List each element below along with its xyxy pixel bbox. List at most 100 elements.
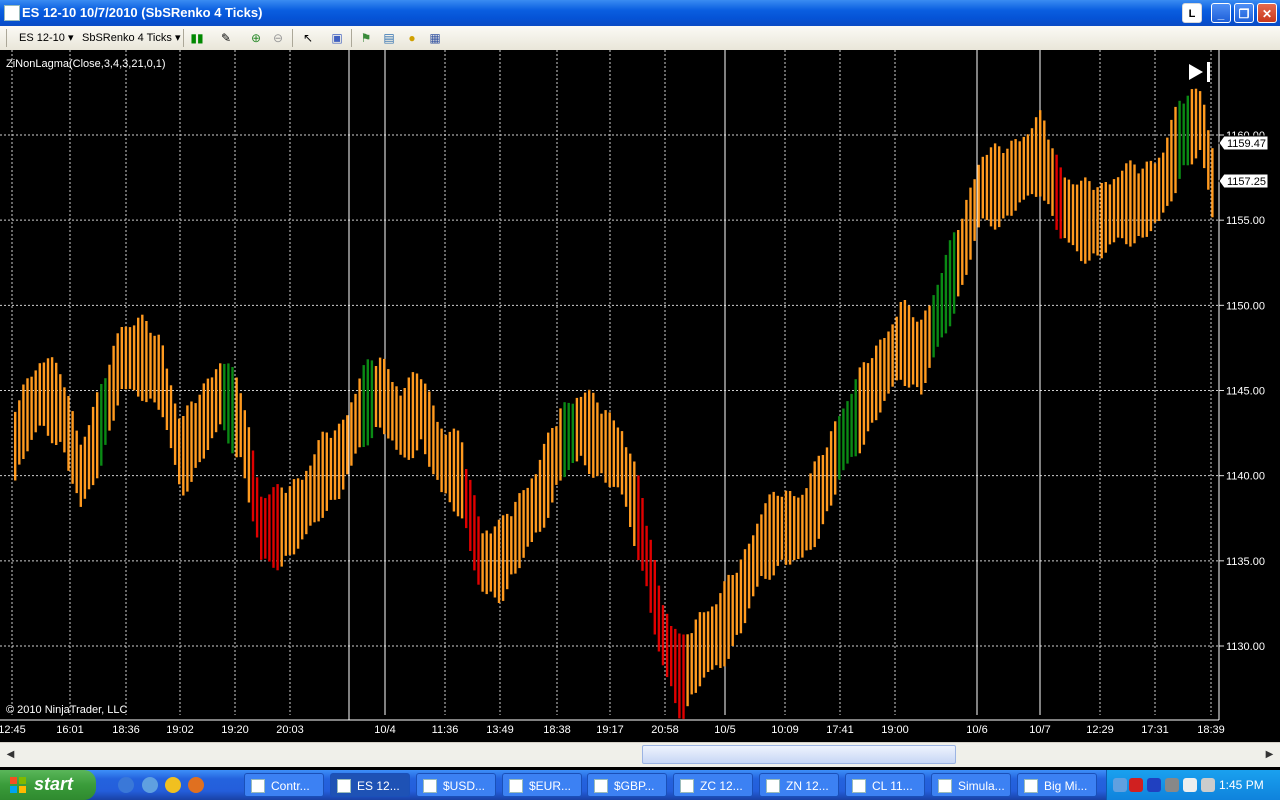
renko-bar	[346, 415, 349, 475]
horizontal-scrollbar[interactable]: ◀ ▶	[0, 742, 1280, 767]
maximize-button[interactable]: ❐	[1234, 3, 1254, 23]
renko-bar	[518, 493, 521, 569]
firefox-icon[interactable]	[188, 777, 204, 793]
renko-bar	[1096, 187, 1099, 256]
taskbar-item[interactable]: ZN 12...	[759, 773, 839, 797]
renko-bar	[829, 431, 833, 506]
renko-bar	[542, 443, 546, 528]
renko-bar	[624, 447, 628, 507]
renko-bar	[231, 367, 234, 454]
renko-bar	[165, 368, 169, 430]
taskbar-item[interactable]: CL 11...	[845, 773, 925, 797]
renko-bar	[239, 393, 242, 458]
taskbar-item[interactable]: ZC 12...	[673, 773, 753, 797]
renko-bar	[690, 633, 693, 695]
properties-icon[interactable]: ▣	[329, 30, 345, 46]
renko-bar	[415, 373, 419, 451]
chevron-left-icon[interactable]	[1113, 778, 1127, 792]
scroll-left-arrow[interactable]: ◀	[2, 746, 19, 763]
renko-bar	[1002, 153, 1005, 219]
network-icon[interactable]	[1165, 778, 1179, 792]
price-chart[interactable]: 1160.001155.001150.001145.001140.001135.…	[0, 50, 1280, 742]
renko-bar	[731, 575, 734, 646]
renko-bar	[944, 254, 948, 334]
time-label: 13:49	[486, 724, 514, 736]
renko-bar	[399, 395, 402, 455]
renko-bar	[764, 503, 767, 579]
bluetooth-icon[interactable]	[1147, 778, 1161, 792]
window-icon	[594, 779, 608, 793]
scroll-right-arrow[interactable]: ▶	[1261, 746, 1278, 763]
renko-bar	[387, 369, 390, 439]
renko-bar	[686, 634, 689, 707]
media-player-icon[interactable]	[165, 777, 181, 793]
renko-bar	[419, 379, 423, 440]
renko-bar	[1063, 177, 1066, 239]
renko-bar	[596, 402, 599, 477]
taskbar-item[interactable]: Big Mi...	[1017, 773, 1097, 797]
data-box-icon[interactable]: ▦	[427, 30, 443, 46]
taskbar-item-label: ZC 12...	[700, 779, 743, 793]
taskbar-item[interactable]: $USD...	[416, 773, 496, 797]
taskbar-item[interactable]: Contr...	[244, 773, 324, 797]
time-label: 17:41	[826, 724, 854, 736]
outlook-icon[interactable]	[142, 777, 158, 793]
kaspersky-icon[interactable]	[1129, 778, 1143, 792]
renko-bar	[501, 515, 505, 601]
strategy-icon[interactable]: ⚑	[358, 30, 374, 46]
renko-bar	[67, 396, 70, 471]
renko-bar	[292, 479, 296, 555]
play-icon[interactable]	[1189, 64, 1203, 80]
scroll-thumb[interactable]	[642, 745, 956, 764]
renko-bar	[87, 425, 91, 490]
renko-bar	[460, 442, 464, 519]
separator	[292, 29, 293, 47]
taskbar-item[interactable]: $GBP...	[587, 773, 667, 797]
pen-tool-icon[interactable]: ✎	[218, 30, 234, 46]
time-label: 19:02	[166, 724, 194, 736]
monitor-icon[interactable]	[1201, 778, 1215, 792]
renko-bar	[588, 389, 591, 474]
close-button[interactable]: ✕	[1257, 3, 1277, 23]
instrument-dropdown[interactable]: ES 12-10 ▾	[19, 31, 73, 44]
renko-bar	[1198, 91, 1202, 150]
renko-bar	[391, 382, 394, 441]
time-label: 17:31	[1141, 724, 1169, 736]
taskbar-item[interactable]: $EUR...	[502, 773, 582, 797]
renko-bar	[436, 421, 439, 480]
chart-style-icon[interactable]: ▮▮	[189, 30, 205, 46]
coin-icon[interactable]: ●	[404, 30, 420, 46]
renko-bar	[493, 526, 497, 598]
start-button[interactable]: start	[0, 770, 96, 800]
renko-bar	[120, 327, 123, 389]
renko-bar	[981, 156, 984, 219]
taskbar-item[interactable]: Simula...	[931, 773, 1011, 797]
renko-bar	[932, 295, 935, 358]
zoom-in-icon[interactable]: ⊕	[248, 30, 264, 46]
renko-bar	[1137, 173, 1140, 236]
indicators-icon[interactable]: ▤	[381, 30, 397, 46]
bar-type-dropdown[interactable]: SbSRenko 4 Ticks ▾	[82, 31, 180, 44]
renko-bar	[506, 513, 509, 590]
renko-bar	[969, 187, 972, 260]
time-label: 18:38	[543, 724, 571, 736]
ie-icon[interactable]	[118, 777, 134, 793]
renko-bar	[866, 363, 870, 432]
renko-bar	[444, 434, 447, 494]
taskbar-item-label: ES 12...	[357, 779, 400, 793]
taskbar-item[interactable]: ES 12...	[330, 773, 410, 797]
renko-bar	[715, 604, 718, 666]
renko-bar	[104, 378, 107, 445]
renko-bar	[653, 560, 656, 635]
renko-bar	[1075, 184, 1079, 252]
zoom-out-icon[interactable]: ⊖	[270, 30, 286, 46]
time-label: 12:45	[0, 724, 26, 736]
renko-bar	[1030, 128, 1034, 195]
time-label: 10/7	[1029, 724, 1050, 736]
shield-icon[interactable]	[1183, 778, 1197, 792]
minimize-button[interactable]: _	[1211, 3, 1231, 23]
renko-bar	[1145, 161, 1148, 237]
cursor-icon[interactable]: ↖	[300, 30, 316, 46]
renko-bar	[711, 606, 714, 670]
link-button[interactable]: L	[1182, 3, 1202, 23]
